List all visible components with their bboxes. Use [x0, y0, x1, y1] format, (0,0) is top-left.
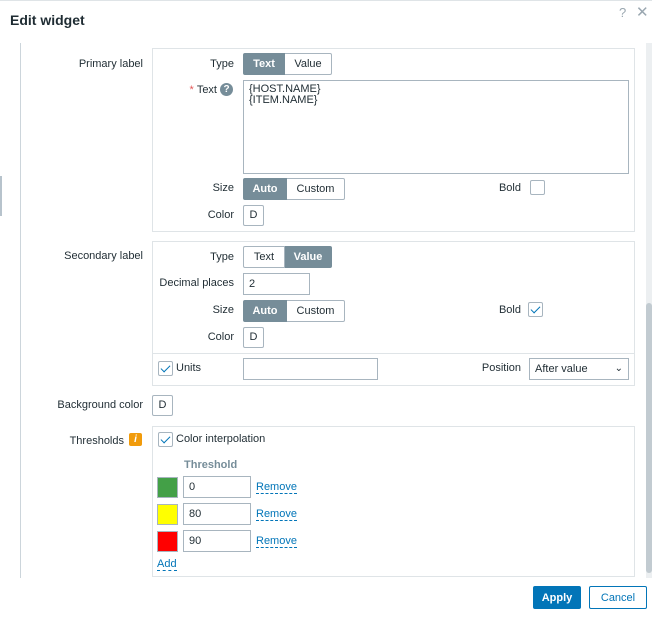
color-interpolation-checkbox[interactable]: [158, 432, 173, 447]
question-help-icon[interactable]: ?: [220, 83, 233, 96]
primary-text-label: * Text: [160, 84, 217, 96]
help-icon[interactable]: ?: [619, 5, 626, 21]
threshold-remove-link[interactable]: Remove: [256, 481, 297, 494]
threshold-value-input[interactable]: [183, 503, 251, 525]
secondary-bold-checkbox[interactable]: [528, 302, 543, 317]
units-separator: [153, 353, 634, 354]
threshold-remove-link[interactable]: Remove: [256, 535, 297, 548]
footer-divider: [0, 578, 652, 579]
primary-bold-label: Bold: [498, 182, 521, 194]
primary-color-label: Color: [207, 209, 234, 221]
background-color-label: Background color: [57, 399, 143, 411]
info-icon[interactable]: i: [129, 433, 142, 446]
background-strip: [0, 176, 2, 216]
threshold-column-header: Threshold: [184, 459, 238, 471]
position-select-value: After value: [535, 363, 588, 375]
threshold-remove-link[interactable]: Remove: [256, 508, 297, 521]
threshold-value-input[interactable]: [183, 476, 251, 498]
threshold-color-swatch[interactable]: [157, 504, 178, 525]
secondary-color-label: Color: [207, 331, 234, 343]
primary-label-heading: Primary label: [78, 58, 143, 70]
apply-button[interactable]: Apply: [533, 586, 581, 609]
units-checkbox[interactable]: [158, 361, 173, 376]
secondary-color-picker[interactable]: D: [243, 327, 264, 348]
threshold-value-input[interactable]: [183, 530, 251, 552]
secondary-type-text-button[interactable]: Text: [243, 246, 285, 268]
decimal-places-input[interactable]: [243, 273, 310, 295]
threshold-color-swatch[interactable]: [157, 477, 178, 498]
scrollbar-thumb[interactable]: [646, 303, 652, 573]
thresholds-group: [152, 426, 635, 577]
secondary-size-auto-button[interactable]: Auto: [243, 300, 287, 322]
position-label: Position: [481, 362, 521, 374]
thresholds-label: Thresholds: [69, 435, 124, 447]
secondary-type-toggle: Text Value: [243, 246, 332, 268]
primary-bold-checkbox[interactable]: [530, 180, 545, 195]
add-threshold-link[interactable]: Add: [157, 558, 177, 571]
decimal-places-label: Decimal places: [159, 277, 234, 289]
cancel-button[interactable]: Cancel: [589, 586, 647, 609]
primary-size-custom-button[interactable]: Custom: [287, 178, 345, 200]
primary-color-picker[interactable]: D: [243, 205, 264, 226]
primary-type-text-button[interactable]: Text: [243, 53, 285, 75]
chevron-down-icon: ⌄: [614, 363, 623, 374]
edit-widget-dialog: Edit widget ? ✕ Primary label Type Text …: [0, 0, 652, 617]
dialog-title: Edit widget: [10, 12, 85, 28]
secondary-label-heading: Secondary label: [64, 250, 143, 262]
secondary-size-label: Size: [212, 304, 234, 316]
secondary-size-toggle: Auto Custom: [243, 300, 345, 322]
position-select[interactable]: After value ⌄: [529, 358, 629, 380]
background-color-picker[interactable]: D: [152, 395, 173, 416]
primary-type-toggle: Text Value: [243, 53, 332, 75]
color-interpolation-label: Color interpolation: [176, 433, 266, 445]
units-label: Units: [176, 362, 202, 374]
primary-type-label: Type: [210, 58, 234, 70]
required-mark: *: [189, 84, 194, 96]
threshold-color-swatch[interactable]: [157, 531, 178, 552]
primary-size-label: Size: [212, 182, 234, 194]
primary-text-textarea[interactable]: [243, 80, 629, 174]
primary-type-value-button[interactable]: Value: [285, 53, 332, 75]
secondary-type-value-button[interactable]: Value: [285, 246, 332, 268]
secondary-size-custom-button[interactable]: Custom: [287, 300, 345, 322]
units-input[interactable]: [243, 358, 378, 380]
secondary-bold-label: Bold: [498, 304, 521, 316]
primary-text-label-text: Text: [196, 84, 217, 96]
primary-size-toggle: Auto Custom: [243, 178, 345, 200]
secondary-type-label: Type: [210, 251, 234, 263]
close-icon[interactable]: ✕: [636, 5, 649, 21]
primary-size-auto-button[interactable]: Auto: [243, 178, 287, 200]
